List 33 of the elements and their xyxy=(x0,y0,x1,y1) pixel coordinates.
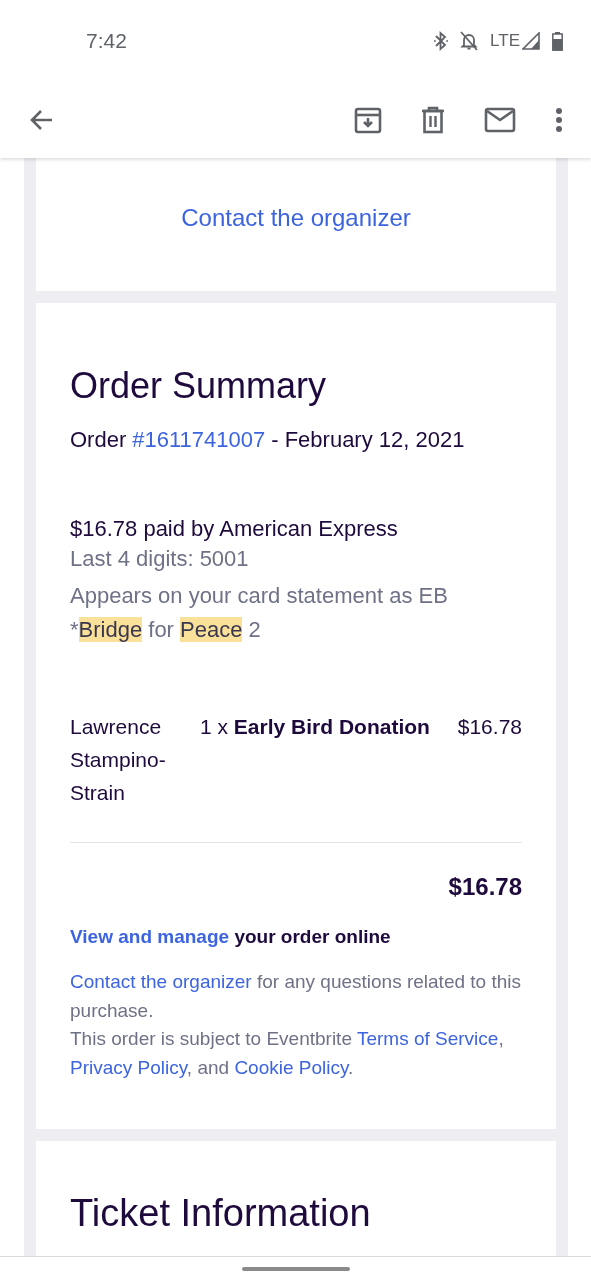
footer-link[interactable]: Privacy Policy xyxy=(70,1056,187,1078)
signal-icon xyxy=(522,32,540,50)
gesture-handle[interactable] xyxy=(241,1267,350,1271)
mail-icon xyxy=(484,107,516,133)
contact-text: Contact the organizer for any questions related to this purchase. xyxy=(70,970,522,1023)
bell-off-icon xyxy=(460,31,479,51)
footer-link[interactable]: Contact the organizer xyxy=(70,971,252,992)
card-digits-text: Last 4 digits: 5001 xyxy=(70,545,250,573)
footer-link[interactable]: View and manage xyxy=(70,926,230,947)
more-icon xyxy=(555,107,563,133)
trash-icon xyxy=(421,106,445,134)
order-number-link[interactable]: #1611741007 xyxy=(132,428,266,452)
manage-order-text: View and manage your order online xyxy=(70,925,392,949)
footer-link[interactable]: Terms of Service xyxy=(356,1028,499,1049)
order-label: Order xyxy=(70,428,127,452)
archive-icon xyxy=(354,106,382,134)
terms-text: This order is subject to Eventbrite Terms of Service, Privacy Policy, and Cookie Policy. xyxy=(70,1027,505,1080)
footer-link[interactable]: Cookie Policy xyxy=(234,1056,349,1078)
contact-organizer-link[interactable]: Contact the organizer xyxy=(181,204,411,232)
payment-text: $16.78 paid by American Express xyxy=(70,515,399,543)
statement-text: Appears on your card statement as EB *Bridge for Peace 2 xyxy=(70,582,449,644)
item-price: $16.78 xyxy=(457,714,522,740)
clock-time: 7:42 xyxy=(86,29,128,53)
order-total: $16.78 xyxy=(447,875,522,899)
back-arrow-icon xyxy=(28,108,54,132)
battery-icon xyxy=(552,31,563,51)
ticket-information-title: Ticket Information xyxy=(70,1193,372,1233)
order-date: - February 12, 2021 xyxy=(271,428,465,452)
attendee-name: Lawrence Stampino-Strain xyxy=(70,714,167,806)
order-summary-title: Order Summary xyxy=(70,366,328,406)
item-description: 1 x Early Bird Donation xyxy=(199,714,431,740)
bluetooth-icon xyxy=(434,31,449,51)
network-type: LTE xyxy=(490,31,520,51)
